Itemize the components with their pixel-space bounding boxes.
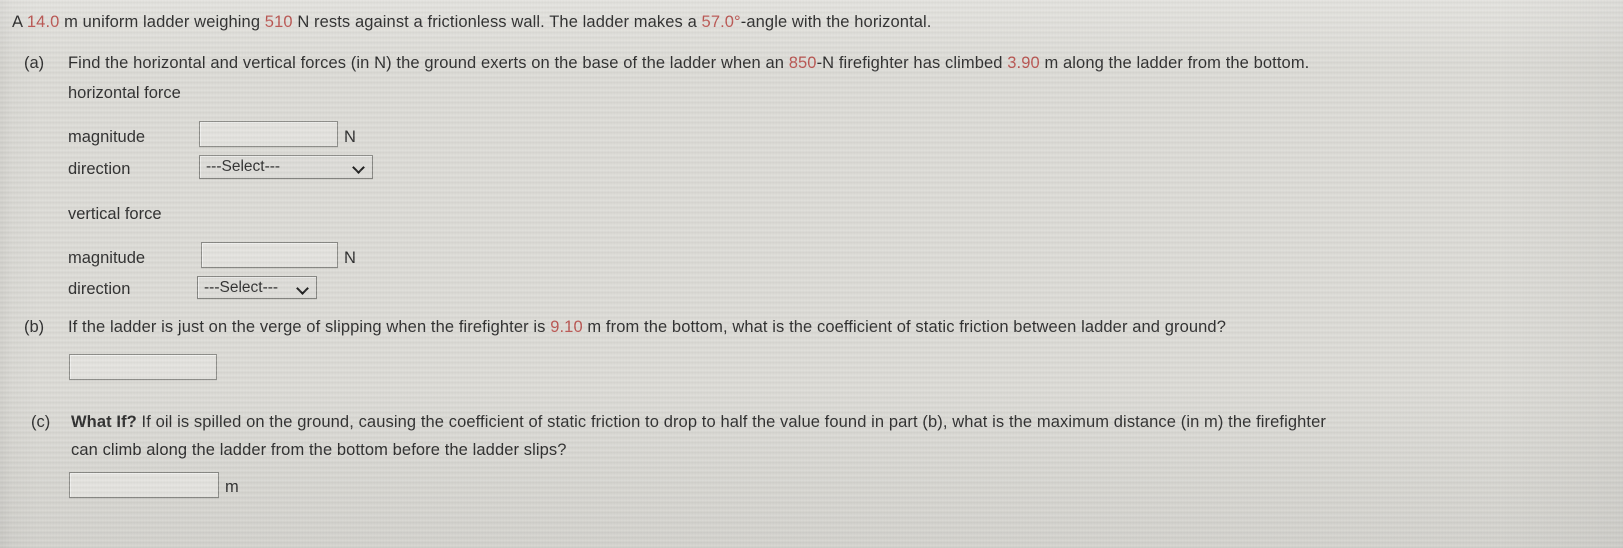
part-c-question-line-2: can climb along the ladder from the bott…	[71, 440, 567, 460]
vertical-magnitude-unit: N	[344, 249, 356, 267]
horizontal-magnitude-label: magnitude	[68, 128, 146, 146]
vertical-force-heading: vertical force	[68, 205, 162, 223]
screen-scanline-overlay	[0, 0, 1623, 548]
vertical-direction-select[interactable]: ---Select---	[197, 276, 317, 299]
part-c-answer-input[interactable]	[69, 472, 219, 498]
part-c-answer-unit: m	[225, 478, 239, 496]
stem-text-2: m uniform ladder weighing	[59, 13, 265, 31]
part-c-text-2: can climb along the ladder from the bott…	[71, 441, 567, 459]
stem-value-weight: 510	[264, 13, 293, 31]
vertical-direction-label: direction	[68, 280, 131, 298]
screen-surface: A 14.0 m uniform ladder weighing 510 N r…	[0, 0, 1623, 548]
vertical-direction-value: ---Select---	[204, 278, 279, 296]
stem-value-angle: 57.0°	[701, 13, 741, 31]
part-b-label: (b)	[24, 318, 45, 336]
part-c-question-line-1: What If? If oil is spilled on the ground…	[71, 412, 1326, 432]
screen-pixel-grid-overlay	[0, 0, 1623, 548]
part-a-value-force: 850	[788, 54, 817, 72]
stem-text-4: -angle with the horizontal.	[740, 13, 932, 31]
chevron-down-icon	[297, 281, 311, 295]
part-a-question: Find the horizontal and vertical forces …	[68, 53, 1309, 73]
stem-text-1: A	[12, 13, 27, 31]
part-a-text-2: -N firefighter has climbed	[816, 54, 1008, 72]
chevron-down-icon	[353, 160, 367, 174]
horizontal-force-heading: horizontal force	[68, 84, 181, 102]
part-c-label: (c)	[31, 413, 51, 431]
part-b-value-distance: 9.10	[550, 318, 583, 336]
vertical-magnitude-input[interactable]	[201, 242, 338, 268]
horizontal-direction-select[interactable]: ---Select---	[199, 155, 373, 179]
horizontal-direction-label: direction	[68, 160, 131, 178]
part-c-text-1: If oil is spilled on the ground, causing…	[136, 413, 1326, 431]
part-a-text-1: Find the horizontal and vertical forces …	[68, 54, 789, 72]
horizontal-magnitude-input[interactable]	[199, 121, 338, 147]
stem-value-length: 14.0	[26, 13, 60, 31]
part-b-answer-input[interactable]	[69, 354, 217, 380]
stem-text-3: N rests against a frictionless wall. The…	[292, 13, 702, 31]
horizontal-direction-value: ---Select---	[206, 158, 281, 175]
part-b-text-2: m from the bottom, what is the coefficie…	[582, 318, 1226, 336]
vertical-magnitude-label: magnitude	[68, 249, 146, 267]
horizontal-magnitude-unit: N	[344, 128, 356, 146]
part-a-value-distance: 3.90	[1007, 54, 1040, 72]
part-b-question: If the ladder is just on the verge of sl…	[68, 317, 1226, 337]
part-c-what-if: What If?	[71, 413, 137, 431]
part-a-text-3: m along the ladder from the bottom.	[1039, 54, 1310, 72]
part-b-text-1: If the ladder is just on the verge of sl…	[68, 318, 551, 336]
problem-stem: A 14.0 m uniform ladder weighing 510 N r…	[12, 12, 932, 32]
part-a-label: (a)	[24, 54, 45, 72]
